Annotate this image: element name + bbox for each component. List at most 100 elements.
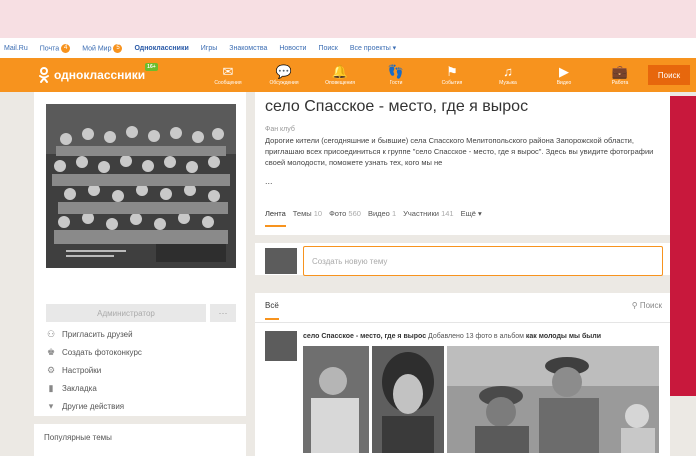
group-tab-label: Участники [403,209,439,218]
group-avatar-photo[interactable] [46,104,236,268]
more-options-button[interactable]: ··· [210,304,236,322]
feed-photo-1[interactable] [303,346,369,453]
sidebar-action-label: Пригласить друзей [62,330,133,339]
gear-icon: ⚙ [46,365,56,375]
feed-photos [303,346,659,453]
woman-portrait-photo [372,346,444,453]
search-icon: ⚲ [631,301,640,310]
group-tab-3[interactable]: Видео 1 [368,209,396,227]
group-tab-count: 10 [313,209,323,218]
link-mailru[interactable]: Mail.Ru [4,45,28,52]
link-ok[interactable]: Одноклассники [134,45,188,52]
vintage-group-photo [46,104,236,268]
browser-page: Mail.Ru Почта 4 Мой Мир 5 Одноклассники Иг… [0,38,696,456]
nav-item-label: Музыка [499,79,517,86]
link-post-label: Почта [39,44,60,52]
link-search[interactable]: Поиск [318,45,337,52]
nav-item-bell[interactable]: 🔔 Оповещения [312,65,368,86]
group-description: Дорогие кители (сегодняшние и бывшие) се… [265,136,654,167]
music-icon: ♫ [503,63,513,79]
feed-search-label: Поиск [639,301,662,310]
popular-topics-title[interactable]: Популярные темы [44,433,112,442]
invite-icon: ⚇ [46,329,56,339]
group-tab-1[interactable]: Темы 10 [293,209,322,227]
feed-item-album[interactable]: как молоды мы были [526,333,601,340]
man-portrait-photo [303,346,369,453]
chat-icon: 💬 [275,63,293,79]
group-main: село Спасское - место, где я вырос Фан к… [255,92,670,456]
sidebar-action-3[interactable]: ▮ Закладка [46,382,142,395]
popular-topics-card: Популярные темы [34,416,246,456]
sidebar-action-4[interactable]: ▾ Другие действия [46,400,142,413]
group-actions-list: ⚇ Пригласить друзей ♚ Создать фотоконкурс ⚙ Н… [46,328,142,413]
nav-item-video[interactable]: ▶ Видео [536,65,592,86]
feed-tab-all[interactable]: Всё [265,301,279,320]
sidebar-action-label: Закладка [62,384,97,393]
group-tab-count: 141 [441,209,454,218]
feed-divider [255,322,670,323]
create-topic-box: Создать новую тему [255,235,670,276]
ok-logo[interactable]: одноклассники 16+ [38,63,178,83]
nav-item-label: Оповещения [325,79,355,86]
group-thumbnail [265,248,297,274]
sidebar-action-0[interactable]: ⚇ Пригласить друзей [46,328,142,341]
group-tab-count: 560 [348,209,361,218]
group-category[interactable]: Фан клуб [265,126,295,133]
group-tab-label: Ещё ▾ [460,209,482,218]
nav-item-label: События [441,79,463,86]
feed-item-author[interactable]: село Спасское - место, где я вырос [303,333,426,340]
group-tab-label: Лента [265,209,286,218]
group-sidebar: Администратор ··· ⚇ Пригласить друзей ♚ Соз… [34,92,246,456]
link-myworld[interactable]: Мой Мир 5 [82,43,123,53]
sidebar-action-2[interactable]: ⚙ Настройки [46,364,142,377]
ok-logo-icon [39,67,49,83]
description-expand[interactable]: ... [265,176,273,186]
group-tab-label: Темы [292,209,312,218]
nav-item-music[interactable]: ♫ Музыка [480,65,536,86]
group-tab-label: Фото [329,209,347,218]
group-tab-2[interactable]: Фото 560 [329,209,361,227]
group-tab-4[interactable]: Участники 141 [403,209,453,227]
group-tab-5[interactable]: Ещё ▾ [461,209,482,227]
feed-item-action: Добавлено 13 фото в альбом [428,333,524,340]
envelope-icon: ✉ [222,63,234,79]
feed-item-text: село Спасское - место, где я вырос Добав… [303,333,601,340]
link-post[interactable]: Почта 4 [39,43,71,53]
sidebar-action-label: Другие действия [62,402,125,411]
group-tab-0[interactable]: Лента [265,209,286,227]
video-icon: ▶ [559,63,569,79]
nav-item-briefcase[interactable]: 💼 Работа [592,65,648,86]
admin-button[interactable]: Администратор [46,304,206,322]
portal-top-nav: Mail.Ru Почта 4 Мой Мир 5 Одноклассники Иг… [0,38,696,58]
link-dating[interactable]: Знакомства [229,45,267,52]
create-topic-input[interactable]: Создать новую тему [303,246,663,276]
events-icon: ⚑ [446,63,458,79]
link-news[interactable]: Новости [279,45,306,52]
nav-item-envelope[interactable]: ✉ Сообщения [200,65,256,86]
sidebar-action-label: Настройки [62,366,102,375]
nav-item-label: Обсуждения [269,79,299,86]
link-games[interactable]: Игры [201,45,218,52]
bookmark-icon: ▮ [48,383,54,393]
group-tab-count: 1 [391,209,397,218]
nav-item-chat[interactable]: 💬 Обсуждения [256,65,312,86]
link-all-projects[interactable]: Все проекты ▾ [350,44,396,52]
feed-photo-2[interactable] [372,346,444,453]
page-content: Администратор ··· ⚇ Пригласить друзей ♚ Соз… [0,92,696,456]
group-feed: Всё ⚲ Поиск село Спасское - место, где я… [255,283,670,456]
nav-item-footprints[interactable]: 👣 Гости [368,65,424,86]
footprints-icon: 👣 [387,63,405,79]
chevron-down-icon: ▾ [48,401,54,411]
feed-item-avatar[interactable] [265,331,297,361]
nav-item-events[interactable]: ⚑ События [424,65,480,86]
group-tab-label: Видео [367,209,390,218]
logo-text: одноклассники [54,68,146,82]
main-nav: ✉ Сообщения 💬 Обсуждения 🔔 Оповещения 👣 Гости ⚑ С… [200,65,648,86]
feed-photo-3[interactable] [447,346,659,453]
feed-search[interactable]: ⚲ Поиск [632,301,662,310]
search-button[interactable]: Поиск [648,65,690,85]
sidebar-action-1[interactable]: ♚ Создать фотоконкурс [46,346,142,359]
two-men-photo [447,346,659,453]
contest-icon: ♚ [46,347,56,357]
group-tabs: Лента Темы 10 Фото 560 Видео 1 Участники 141… [265,209,482,227]
